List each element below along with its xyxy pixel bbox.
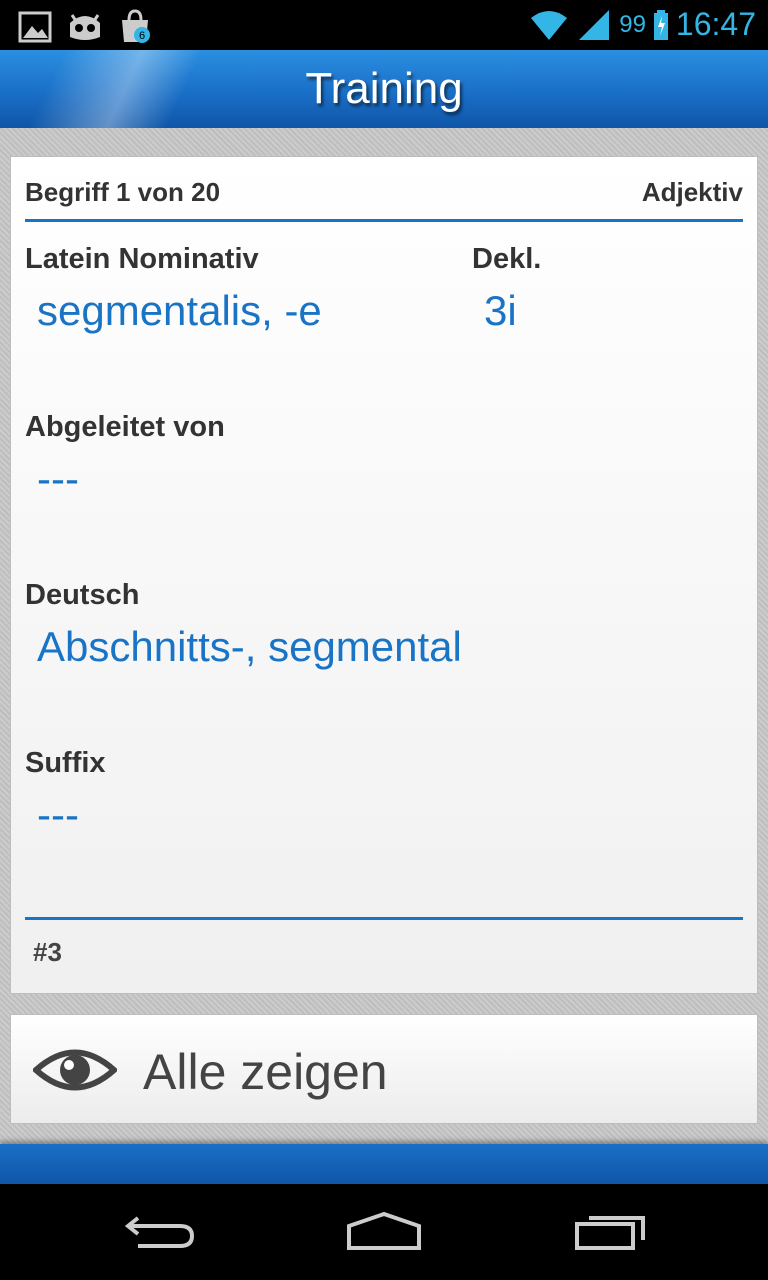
store-update-icon: 6 — [122, 9, 150, 43]
derived-value: --- — [37, 455, 79, 502]
latin-label: Latein Nominativ — [25, 243, 259, 275]
recents-icon[interactable] — [574, 1210, 648, 1252]
bottom-bar — [0, 1144, 768, 1184]
page-title: Training — [305, 64, 463, 113]
signal-icon — [579, 9, 610, 40]
eye-icon — [33, 1049, 117, 1091]
status-bar: 6 99 16:47 — [0, 0, 768, 50]
content-area: Begriff 1 von 20 Adjektiv Latein Nominat… — [0, 128, 768, 1144]
card-footer-divider — [25, 917, 743, 920]
german-label: Deutsch — [25, 579, 140, 611]
german-value: Abschnitts-, segmental — [37, 623, 462, 670]
derived-label: Abgeleitet von — [25, 411, 225, 443]
term-counter: Begriff 1 von 20 — [25, 177, 221, 207]
battery-icon — [653, 9, 668, 40]
latin-value: segmentalis, -e — [37, 287, 322, 334]
back-icon[interactable] — [124, 1210, 196, 1250]
word-type: Adjektiv — [641, 177, 743, 207]
battery-level: 99 — [619, 10, 646, 38]
system-status: 99 16:47 — [529, 6, 756, 43]
declension-value: 3i — [484, 287, 517, 334]
cyanogen-icon — [70, 14, 100, 40]
gallery-icon — [18, 11, 52, 43]
home-icon[interactable] — [346, 1210, 422, 1252]
notification-icons: 6 — [18, 8, 152, 44]
suffix-label: Suffix — [25, 747, 106, 779]
clock: 16:47 — [675, 6, 756, 42]
card-header: Begriff 1 von 20 Adjektiv — [25, 175, 743, 222]
action-bar: Training — [0, 50, 768, 128]
card-footer-number: #3 — [33, 937, 62, 967]
term-card: Begriff 1 von 20 Adjektiv Latein Nominat… — [10, 156, 758, 994]
navigation-bar — [0, 1184, 768, 1280]
suffix-value: --- — [37, 791, 79, 838]
show-all-button[interactable]: Alle zeigen — [10, 1014, 758, 1124]
show-all-label: Alle zeigen — [143, 1044, 388, 1100]
wifi-icon — [531, 10, 568, 40]
store-badge-count: 6 — [139, 30, 145, 42]
declension-label: Dekl. — [472, 243, 542, 275]
